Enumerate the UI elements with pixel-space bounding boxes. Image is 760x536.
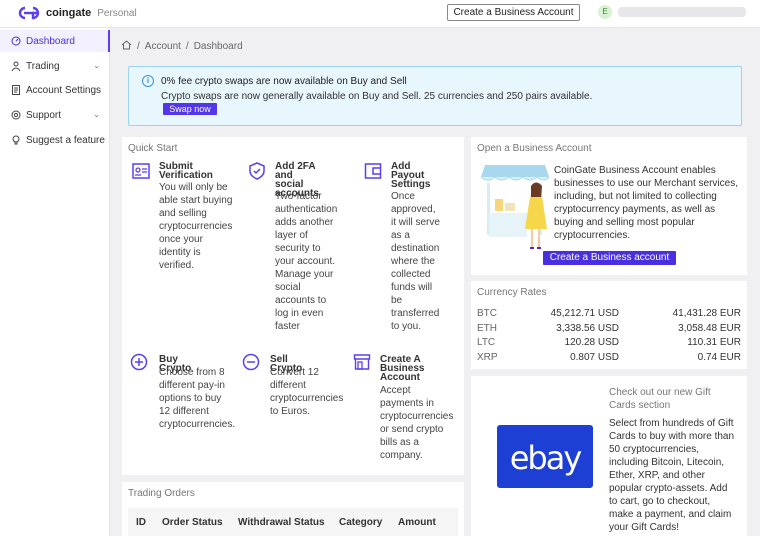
sidebar-item-support[interactable]: Support ⌄	[0, 104, 110, 126]
user-icon	[11, 61, 21, 72]
breadcrumb-separator: /	[137, 41, 140, 52]
coingate-logo-icon	[18, 6, 40, 20]
sidebar-item-trading[interactable]: Trading ⌄	[0, 55, 110, 77]
banner-title: 0% fee crypto swaps are now available on…	[161, 76, 407, 87]
quick-start-description: Accept payments in cryptocurrencies or send…	[380, 385, 454, 461]
quick-start-description: Once approved, it will serve as a destinatio…	[391, 191, 440, 332]
ebay-gift-card-image[interactable]: ebay	[497, 425, 593, 488]
logo[interactable]: coingate Personal	[18, 6, 137, 20]
rate-row-btc: BTC 45,212.71 USD 41,431.28 EUR	[477, 308, 741, 319]
chevron-down-icon: ⌄	[93, 110, 100, 119]
storefront-icon	[353, 354, 371, 370]
sidebar-item-label: Dashboard	[26, 35, 75, 47]
sidebar-item-label: Trading	[26, 60, 60, 72]
wallet-icon	[364, 163, 382, 179]
info-icon: i	[142, 75, 154, 87]
sidebar-item-suggest-feature[interactable]: Suggest a feature	[0, 129, 110, 151]
rate-row-eth: ETH 3,338.56 USD 3,058.48 EUR	[477, 323, 741, 334]
sidebar-item-label: Account Settings	[26, 84, 102, 96]
brand-name: coingate	[46, 7, 92, 19]
card-title: Quick Start	[128, 143, 178, 154]
quick-start-heading: Create A Business Account	[380, 354, 425, 383]
quick-start-description: Choose from 8 different pay-in options to …	[159, 367, 236, 430]
rate-row-xrp: XRP 0.807 USD 0.74 EUR	[477, 352, 741, 363]
rate-row-ltc: LTC 120.28 USD 110.31 EUR	[477, 337, 741, 348]
ebay-logo-text: ebay	[509, 439, 583, 477]
sidebar: Dashboard Trading ⌄ Account Settings Sup…	[0, 28, 110, 536]
column-header-withdrawal-status[interactable]: Withdrawal Status	[238, 517, 325, 528]
business-account-card: Open a Business Account CoinGate Busines…	[471, 137, 747, 275]
breadcrumb-item-dashboard: Dashboard	[193, 41, 243, 52]
document-icon	[11, 85, 21, 95]
sidebar-item-label: Suggest a feature	[26, 134, 105, 146]
quick-start-description: You will only be able start buying and sel…	[159, 182, 233, 271]
quick-start-heading: Add Payout Settings	[391, 161, 431, 190]
swap-now-button[interactable]: Swap now	[163, 103, 217, 115]
card-title: Open a Business Account	[477, 143, 592, 154]
avatar[interactable]: E	[598, 5, 612, 19]
quick-start-description: Two-factor authentication adds another laye…	[275, 191, 338, 332]
quick-start-heading: Submit Verification	[159, 161, 213, 181]
business-description: CoinGate Business Account enables busines…	[554, 165, 738, 241]
gift-cards-description: Select from hundreds of Gift Cards to buy…	[609, 418, 735, 533]
card-title: Currency Rates	[477, 287, 547, 298]
account-type: Personal	[97, 7, 137, 19]
create-business-account-cta[interactable]: Create a Business account	[543, 251, 676, 265]
top-bar: coingate Personal Create a Business Acco…	[0, 0, 760, 28]
gift-cards-card: ebay Check out our new Gift Cards section…	[471, 376, 747, 536]
sidebar-item-account-settings[interactable]: Account Settings	[0, 79, 110, 101]
lifebuoy-icon	[11, 110, 21, 120]
currency-rates-card: Currency Rates BTC 45,212.71 USD 41,431.28…	[471, 281, 747, 369]
sidebar-item-label: Support	[26, 109, 62, 121]
home-icon[interactable]	[121, 40, 132, 53]
card-title: Trading Orders	[128, 488, 195, 499]
user-email-redacted[interactable]	[618, 7, 746, 17]
sidebar-item-dashboard[interactable]: Dashboard	[0, 30, 110, 52]
breadcrumb: / Account / Dashboard	[121, 40, 243, 53]
column-header-amount[interactable]: Amount	[398, 517, 436, 528]
bulb-icon	[11, 135, 21, 145]
breadcrumb-item-account[interactable]: Account	[145, 41, 181, 52]
column-header-id[interactable]: ID	[136, 517, 146, 528]
orders-table-header: ID Order Status Withdrawal Status Catego…	[128, 508, 458, 536]
column-header-category[interactable]: Category	[339, 517, 382, 528]
banner-text: Crypto swaps are now generally available…	[161, 91, 593, 102]
plus-circle-icon	[130, 353, 148, 371]
chevron-down-icon: ⌄	[93, 61, 100, 70]
quick-start-card: Quick Start Submit Verification You will …	[122, 137, 464, 475]
quick-start-description: Convert 12 different cryptocurrencies to Eu…	[270, 367, 344, 417]
business-illustration	[480, 165, 550, 249]
breadcrumb-separator: /	[185, 41, 189, 52]
id-card-icon	[132, 163, 150, 179]
gift-cards-title: Check out our new Gift Cards section	[609, 387, 711, 411]
minus-circle-icon	[242, 353, 260, 371]
announcement-banner: i 0% fee crypto swaps are now available …	[128, 66, 742, 126]
create-business-account-button[interactable]: Create a Business Account	[447, 4, 580, 21]
dashboard-icon	[11, 36, 21, 46]
column-header-order-status[interactable]: Order Status	[162, 517, 223, 528]
shield-check-icon	[249, 162, 265, 180]
